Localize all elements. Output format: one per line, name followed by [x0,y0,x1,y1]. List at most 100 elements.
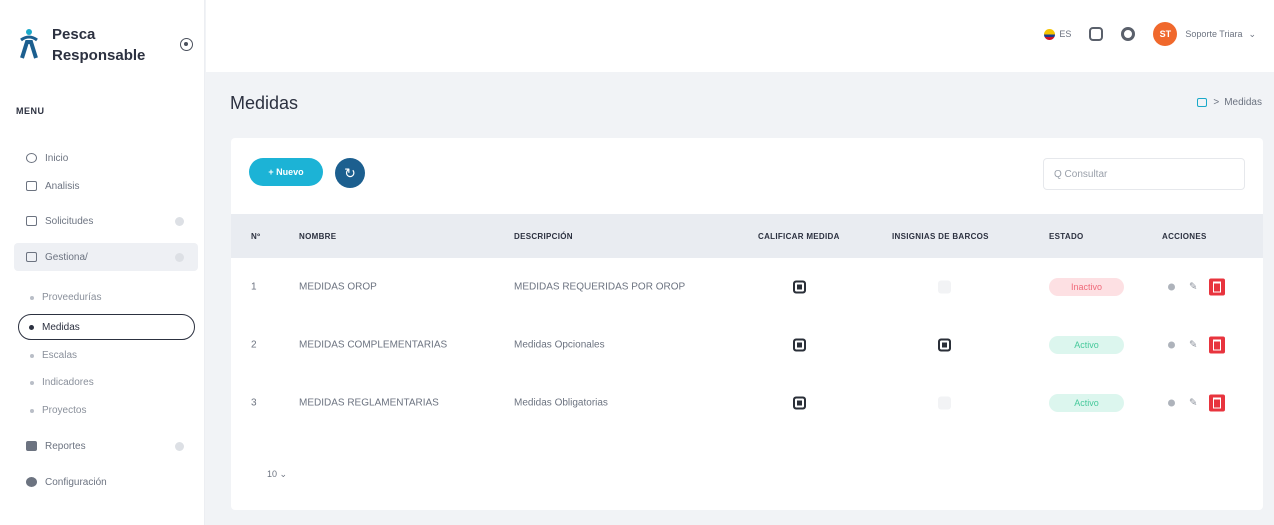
column-header: Nº [251,231,261,241]
sidebar-item-analisis[interactable]: Analisis [14,172,198,200]
breadcrumb-separator: > [1213,97,1220,108]
cell-descripcion: MEDIDAS REQUERIDAS POR OROP [514,281,686,293]
column-header[interactable]: NOMBRE [299,232,336,241]
cell-nombre: MEDIDAS OROP [299,281,377,293]
sidebar-item-label: Gestiona/ [45,251,88,263]
sidebar-item-reportes[interactable]: Reportes [14,432,198,460]
sidebar-subitem-escalas[interactable]: Escalas [30,350,77,361]
chart-icon [26,181,37,191]
breadcrumb-current: Medidas [1224,97,1262,108]
chevron-icon [175,441,184,451]
user-menu-caret-icon[interactable]: ⌄ [1248,29,1256,40]
column-header: INSIGNIAS DE BARCOS [892,231,989,241]
avatar[interactable]: ST [1153,22,1178,46]
page-title: Medidas [230,93,299,113]
topbar: ES ST Soporte Triara ⌄ [206,0,1274,72]
bullet-icon [30,408,34,413]
sidebar-subitem-proveedurias[interactable]: Proveedurías [30,292,101,303]
gear-icon[interactable] [1121,27,1136,41]
sidebar-subitem-medidas[interactable]: Medidas [18,314,195,340]
sidebar-item-label: Solicitudes [45,215,94,227]
sidebar-subitem-label: Proyectos [42,405,87,416]
fullscreen-icon[interactable] [1089,27,1104,41]
sidebar-item-gestion[interactable]: Gestiona/ [14,243,198,271]
sidebar-subitem-indicadores[interactable]: Indicadores [30,377,94,388]
row-actions: ✎ [1168,336,1226,354]
sidebar-subitem-proyectos[interactable]: Proyectos [30,405,86,416]
delete-button[interactable] [1209,336,1226,354]
view-icon[interactable] [1168,341,1175,349]
new-button[interactable]: + Nuevo [249,158,323,186]
home-icon[interactable] [1197,98,1208,107]
cell-num: 2 [251,339,257,351]
breadcrumb: > Medidas [1197,97,1262,108]
sidebar-subitem-label: Medidas [42,321,80,333]
language-selector[interactable]: ES [1059,29,1071,39]
row-actions: ✎ [1168,278,1226,296]
column-header: ACCIONES [1162,231,1207,241]
sidebar-item-label: Analisis [45,180,80,192]
sidebar-item-label: Configuración [45,476,107,488]
edit-icon[interactable]: ✎ [1189,398,1197,409]
table-row: 1 MEDIDAS OROP MEDIDAS REQUERIDAS POR OR… [231,258,1263,316]
sidebar-item-solicitudes[interactable]: Solicitudes [14,207,198,235]
insignias-checkbox[interactable] [938,396,951,410]
flag-icon[interactable] [1044,28,1056,40]
edit-icon[interactable]: ✎ [1189,282,1197,293]
sidebar-item-label: Inicio [45,152,69,164]
view-icon[interactable] [1168,283,1175,291]
sidebar-item-inicio[interactable]: Inicio [14,144,198,172]
sidebar-subitem-label: Indicadores [42,377,94,388]
cell-nombre: MEDIDAS REGLAMENTARIAS [299,397,439,409]
cell-nombre: MEDIDAS COMPLEMENTARIAS [299,339,448,351]
delete-button[interactable] [1209,278,1226,296]
menu-title: MENU [16,106,45,116]
sidebar-subitem-label: Proveedurías [42,292,102,303]
app-name: Pesca Responsable [52,24,145,66]
refresh-icon: ↻ [344,164,356,181]
sidebar-toggle-icon[interactable] [180,38,193,51]
cell-num: 3 [251,397,257,409]
status-badge: Inactivo [1049,278,1124,296]
app-name-line1: Pesca [52,26,96,43]
insignias-checkbox[interactable] [938,280,951,294]
table-row: 3 MEDIDAS REGLAMENTARIAS Medidas Obligat… [231,374,1263,432]
user-name[interactable]: Soporte Triara [1185,29,1242,39]
sidebar: Pesca Responsable MENU Inicio Analisis S… [0,0,205,525]
row-actions: ✎ [1168,394,1226,412]
column-header[interactable]: DESCRIPCIÓN [514,232,573,241]
insignias-checkbox[interactable] [938,338,951,352]
settings-icon [26,477,37,487]
calificar-checkbox[interactable] [793,338,806,352]
app-logo[interactable]: Pesca Responsable [18,24,145,66]
column-header: CALIFICAR MEDIDA [758,231,840,241]
logo-icon [20,29,38,59]
chevron-icon [175,252,184,262]
cell-descripcion: Medidas Obligatorias [514,397,608,409]
grid-icon [26,252,37,262]
report-icon [26,441,37,451]
bullet-icon [29,324,34,330]
bullet-icon [30,295,34,300]
topbar-actions: ES ST Soporte Triara ⌄ [1044,22,1256,46]
edit-icon[interactable]: ✎ [1189,340,1197,351]
cell-descripcion: Medidas Opcionales [514,339,605,351]
cell-num: 1 [251,281,257,293]
page-size-select[interactable]: 10 ⌄ [257,463,309,485]
table-row: 2 MEDIDAS COMPLEMENTARIAS Medidas Opcion… [231,316,1263,374]
home-icon [26,153,37,163]
calificar-checkbox[interactable] [793,280,806,294]
chevron-icon [175,216,184,226]
calificar-checkbox[interactable] [793,396,806,410]
view-icon[interactable] [1168,399,1175,407]
delete-button[interactable] [1209,394,1226,412]
sidebar-item-label: Reportes [45,440,86,452]
app-name-line2: Responsable [52,47,146,64]
sidebar-item-configuracion[interactable]: Configuración [14,468,198,496]
column-header[interactable]: ESTADO [1049,232,1084,241]
sidebar-subitem-label: Escalas [42,350,78,361]
refresh-button[interactable]: ↻ [335,158,365,188]
document-icon [26,216,37,226]
table-header: Nº NOMBRE DESCRIPCIÓN CALIFICAR MEDIDA I… [231,214,1263,258]
search-input[interactable]: Q Consultar [1043,158,1245,190]
